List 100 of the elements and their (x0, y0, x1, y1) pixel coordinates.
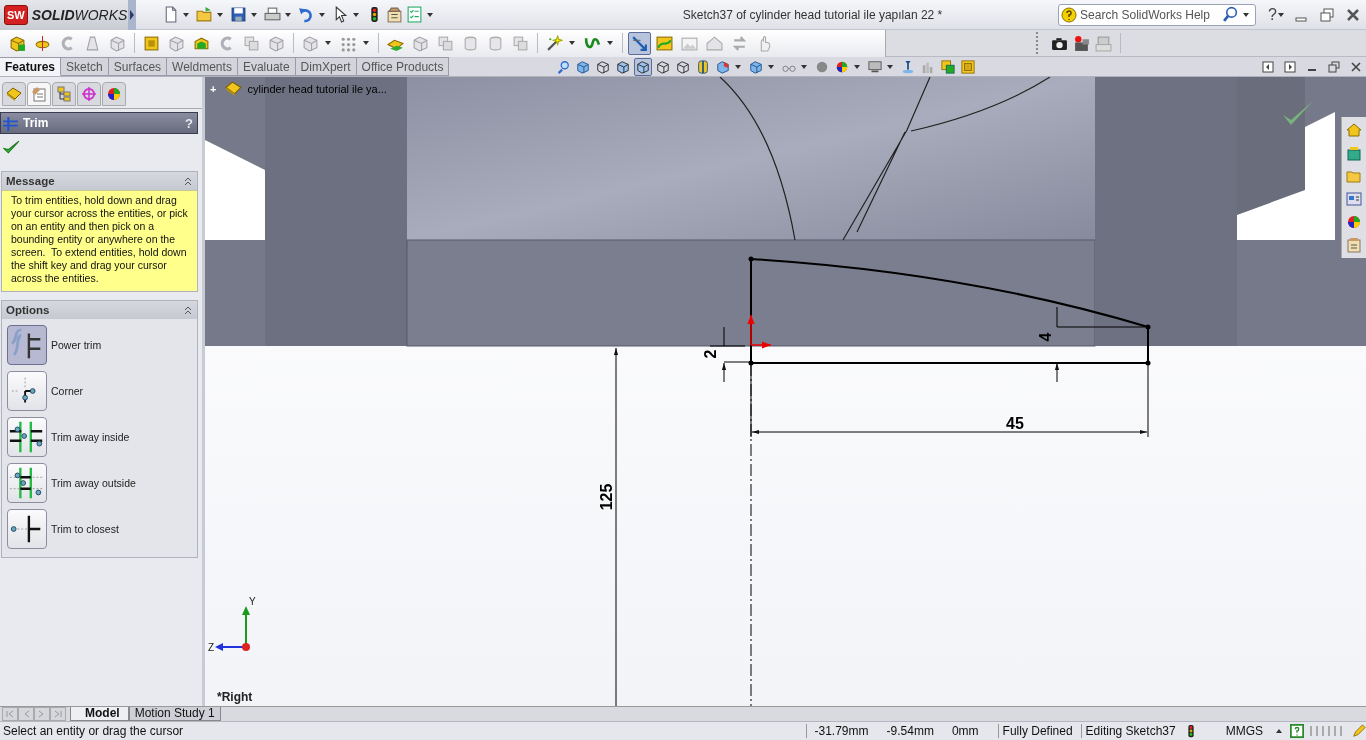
caret-icon[interactable] (569, 41, 575, 45)
edit-mode: Editing Sketch37 (1080, 724, 1180, 738)
checklist-icon[interactable] (406, 6, 423, 23)
wireframe-cube-icon[interactable] (674, 58, 692, 76)
wireframe-cube-icon[interactable] (594, 58, 612, 76)
caret-icon[interactable] (217, 12, 223, 17)
view-name: *Right (217, 690, 253, 704)
option-label[interactable]: Power trim (51, 339, 102, 351)
units-selector[interactable]: MMGS (1201, 724, 1271, 738)
option-label[interactable]: Trim away inside (51, 431, 130, 443)
cube-icon[interactable] (714, 58, 732, 76)
confirm-check-icon[interactable] (1283, 101, 1313, 125)
caret-icon[interactable] (353, 12, 359, 17)
caret-icon[interactable] (319, 12, 325, 17)
trim-outside-icon[interactable] (7, 463, 47, 503)
box-icon[interactable] (939, 58, 957, 76)
option-label[interactable]: Corner (51, 385, 84, 397)
window-title: Sketch37 of cylinder head tutorial ile yapılan 22 * (681, 7, 944, 22)
section-title: Options (6, 304, 50, 316)
caret-icon[interactable] (1276, 729, 1282, 733)
dimension-value[interactable]: 2 (702, 349, 719, 359)
pencil-icon[interactable] (1352, 724, 1366, 738)
caret-icon[interactable] (735, 65, 741, 69)
target-icon[interactable] (77, 82, 101, 106)
collapse-icon[interactable] (183, 305, 193, 315)
wireframe-cube-icon[interactable] (654, 58, 672, 76)
ok-check-icon[interactable] (3, 139, 20, 156)
trim-icon (2, 114, 19, 132)
feature-tree-icon[interactable] (2, 82, 26, 106)
dimension-value[interactable]: 4 (1037, 332, 1054, 342)
caret-icon[interactable] (325, 41, 331, 45)
collapse-icon[interactable] (183, 176, 193, 186)
tile-left-icon[interactable] (1262, 61, 1274, 73)
restore-icon[interactable] (1328, 61, 1340, 73)
restore-icon[interactable] (1319, 6, 1335, 23)
axis-label: Z (208, 642, 215, 653)
cube-icon[interactable] (574, 58, 592, 76)
caret-icon[interactable] (285, 12, 291, 17)
configuration-icon[interactable] (52, 82, 76, 106)
caret-icon[interactable] (607, 41, 613, 45)
options-icon[interactable] (386, 6, 403, 23)
quick-tips-icon[interactable] (1290, 724, 1304, 738)
property-icon[interactable] (27, 82, 51, 106)
help-button[interactable]: ? (1268, 5, 1277, 24)
record-icon[interactable] (1073, 34, 1090, 52)
view-palette-icon[interactable] (1344, 189, 1364, 209)
corner-icon[interactable] (7, 371, 47, 411)
caret-icon[interactable] (363, 41, 369, 45)
caret-icon[interactable] (183, 12, 189, 17)
tile-right-icon[interactable] (1284, 61, 1296, 73)
x-coordinate: -31.79mm (814, 724, 869, 738)
help-bubble-icon (1061, 6, 1078, 23)
caret-icon[interactable] (887, 65, 893, 69)
option-label[interactable]: Trim to closest (51, 523, 119, 535)
caret-icon[interactable] (1243, 12, 1250, 17)
caret-icon[interactable] (251, 12, 257, 17)
message-text: To trim entities, hold down and drag your cursor across the entities, or pick on an entity and then pick on a bounding entity or anywhere on the screen. To extend entities, hold down the shift key and drag your cursor across the entities. (2, 190, 197, 291)
expand-toggle[interactable]: + (210, 82, 217, 95)
dimension-value[interactable]: 45 (1006, 415, 1024, 432)
cube-icon[interactable] (634, 58, 652, 76)
document-tab[interactable]: Model (70, 707, 129, 721)
part-icon (225, 80, 243, 97)
cube-icon[interactable] (747, 58, 765, 76)
caret-icon[interactable] (1278, 12, 1284, 17)
section-header[interactable]: Message (2, 172, 197, 190)
tree-item[interactable]: cylinder head tutorial ile ya... (247, 82, 387, 95)
logo-mark: SW (4, 4, 28, 25)
save-icon[interactable] (230, 6, 247, 23)
menu-flyout-icon[interactable] (128, 0, 136, 30)
frame-icon[interactable] (959, 58, 977, 76)
command-tab[interactable]: Surfaces (108, 57, 168, 76)
command-tab[interactable]: Office Products (356, 57, 450, 76)
command-tab[interactable]: Features (0, 57, 62, 76)
trim-inside-icon[interactable] (7, 417, 47, 457)
clipboard-icon[interactable] (1344, 235, 1364, 255)
command-tab[interactable]: Evaluate (237, 57, 296, 76)
caret-icon[interactable] (854, 65, 860, 69)
sketch-profile[interactable] (748, 256, 1151, 366)
search-icon[interactable] (1222, 6, 1240, 23)
trim-closest-icon[interactable] (7, 509, 47, 549)
close-icon[interactable] (1350, 61, 1362, 73)
printer-icon[interactable] (264, 6, 281, 23)
command-tab[interactable]: DimXpert (295, 57, 357, 76)
caret-icon[interactable] (768, 65, 774, 69)
command-tab[interactable]: Sketch (61, 57, 109, 76)
axis-label: Y (249, 596, 256, 607)
dimension-value[interactable]: 125 (598, 483, 615, 511)
search-field[interactable]: Search SolidWorks Help (1058, 3, 1257, 26)
document-tab[interactable]: Motion Study 1 (128, 707, 221, 721)
command-tab[interactable]: Weldments (167, 57, 238, 76)
close-icon[interactable] (1345, 6, 1361, 23)
cube-icon[interactable] (614, 58, 632, 76)
caret-icon[interactable] (427, 12, 433, 17)
panel-title: Trim (23, 116, 50, 130)
power-trim-icon[interactable] (7, 325, 47, 365)
undo-icon[interactable] (298, 6, 315, 23)
option-label[interactable]: Trim away outside (51, 477, 136, 489)
section-header[interactable]: Options (2, 301, 197, 319)
folder-icon[interactable] (196, 6, 213, 23)
caret-icon[interactable] (801, 65, 807, 69)
